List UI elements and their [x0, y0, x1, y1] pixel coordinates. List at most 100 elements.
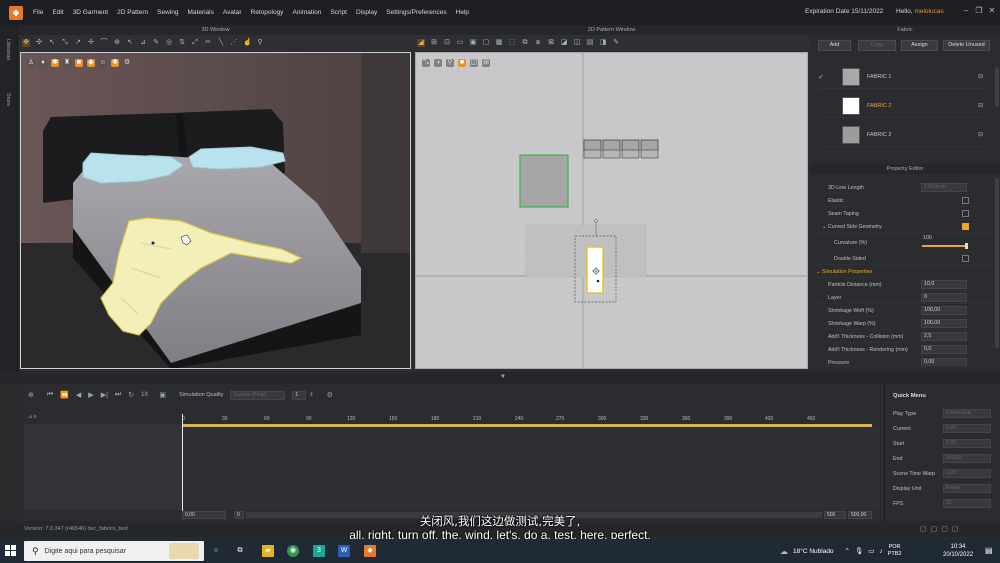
cut-icon[interactable]: ⚲: [256, 39, 264, 47]
edit-curve-icon[interactable]: ↗: [74, 39, 82, 47]
menu-retopology[interactable]: Retopology: [251, 9, 284, 16]
pattern-search-icon[interactable]: ⚲: [446, 59, 454, 67]
network-icon[interactable]: ▭: [868, 547, 874, 555]
pattern-piece-fabric2[interactable]: [586, 246, 604, 294]
weather-text[interactable]: 18°C Nublado: [793, 548, 834, 555]
pin-icon[interactable]: ✢: [87, 39, 95, 47]
assign-fabric-button[interactable]: Assign: [901, 40, 938, 51]
pattern-piece-small-7[interactable]: [621, 149, 640, 159]
tack-icon[interactable]: ↖: [126, 39, 134, 47]
pattern-mirror-icon[interactable]: ◑: [434, 59, 442, 67]
annotation-icon[interactable]: ✎: [612, 39, 620, 47]
prop-value[interactable]: 10,0: [921, 280, 967, 289]
light-icon[interactable]: ✺: [111, 59, 119, 67]
task-view-icon[interactable]: ⧉: [234, 545, 246, 557]
cortana-icon[interactable]: ○: [210, 545, 222, 557]
settings-icon[interactable]: ⚙: [327, 391, 333, 399]
loop-icon[interactable]: ↻: [128, 391, 134, 399]
pattern-piece-small-5[interactable]: [583, 149, 602, 159]
delete-unused-button[interactable]: Delete Unused: [943, 40, 990, 51]
scale-icon[interactable]: ⤢: [191, 39, 199, 47]
playhead[interactable]: [182, 414, 183, 512]
pattern-piece-small-4[interactable]: [640, 139, 659, 152]
next-frame-icon[interactable]: ▶|: [101, 391, 108, 399]
menu-3d-garment[interactable]: 3D Garment: [73, 9, 108, 16]
prev-frame-icon[interactable]: ◀: [76, 391, 81, 399]
double-sided-checkbox[interactable]: [962, 255, 969, 262]
curvature-slider[interactable]: [922, 245, 968, 247]
user-greeting[interactable]: Hello, melolucas: [896, 8, 944, 15]
show-hidden-icon[interactable]: ⌃: [845, 547, 850, 555]
brush-icon[interactable]: ✎: [152, 39, 160, 47]
file-explorer-icon[interactable]: ▰: [262, 545, 274, 557]
panel-splitter[interactable]: ▼: [0, 372, 1000, 384]
pattern-piece-small-8[interactable]: [640, 149, 659, 159]
edit-point-icon[interactable]: ⊡: [443, 39, 451, 47]
grab-icon[interactable]: ☝: [243, 39, 252, 47]
qm-value[interactable]: 0,00: [943, 439, 991, 448]
body-display-icon[interactable]: ♜: [63, 59, 71, 67]
prop-simulation-section[interactable]: ⌄ Simulation Properties: [810, 266, 995, 278]
curved-side-checkbox[interactable]: [962, 223, 969, 230]
avatar-color-icon[interactable]: ☺: [99, 59, 107, 67]
skip-end-icon[interactable]: ⏭: [115, 391, 121, 399]
pattern-piece-small-1[interactable]: [583, 139, 602, 152]
avatar-display-icon[interactable]: ♙: [27, 59, 35, 67]
timeline-tracks[interactable]: [182, 427, 880, 510]
free-sewing-icon[interactable]: ⧈: [534, 39, 542, 47]
prop-value[interactable]: 0,00: [921, 358, 967, 366]
qm-value[interactable]: 0,00: [943, 424, 991, 433]
prop-value[interactable]: 0,0: [921, 345, 967, 354]
prop-value[interactable]: 179.9mm: [921, 183, 967, 192]
prop-value[interactable]: 100,00: [921, 306, 967, 315]
windows-start-icon[interactable]: [5, 545, 17, 557]
menu-script[interactable]: Script: [330, 9, 347, 16]
move-icon[interactable]: ✣: [35, 39, 43, 47]
menu-sewing[interactable]: Sewing: [157, 9, 178, 16]
track-options-icon[interactable]: ⊿ ≡: [28, 414, 37, 420]
taskbar-search[interactable]: ⚲ Digite aqui para pesquisar: [24, 541, 204, 561]
menu-materials[interactable]: Materials: [188, 9, 214, 16]
property-scrollbar[interactable]: [995, 178, 999, 348]
simulation-quality-select[interactable]: Custom (Final): [230, 390, 286, 400]
prop-value[interactable]: 100,00: [921, 319, 967, 328]
graphic-icon[interactable]: ▤: [586, 39, 594, 47]
qm-value[interactable]: Frame: [943, 484, 991, 493]
add-fabric-button[interactable]: Add: [818, 40, 851, 51]
select-mesh-icon[interactable]: ✥: [22, 39, 30, 47]
point-icon[interactable]: ⋰: [230, 39, 238, 47]
clo3d-icon[interactable]: ◆: [364, 545, 376, 557]
record-icon[interactable]: ⊕: [28, 391, 34, 399]
stitch-icon[interactable]: ✂: [204, 39, 212, 47]
pattern-piece-fabric1[interactable]: [519, 154, 569, 208]
notification-icon[interactable]: ▤: [985, 546, 993, 555]
menu-2d-pattern[interactable]: 2D Pattern: [117, 9, 148, 16]
qm-value[interactable]: 30: [943, 499, 991, 508]
menu-help[interactable]: Help: [456, 9, 469, 16]
fabric-options-icon[interactable]: ⊟: [978, 131, 983, 138]
speed-label[interactable]: 1X: [141, 392, 148, 398]
restore-icon[interactable]: ❐: [975, 7, 983, 15]
settings-icon[interactable]: ⚙: [123, 59, 131, 67]
skip-start-icon[interactable]: ⏮: [47, 391, 53, 399]
internal-polygon-icon[interactable]: ▢: [482, 39, 490, 47]
texture-display-icon[interactable]: ✱: [51, 59, 59, 67]
polygon-icon[interactable]: ▭: [456, 39, 464, 47]
stepper-icon[interactable]: ⇕: [309, 392, 313, 398]
simulation-count-input[interactable]: 1: [292, 390, 307, 400]
rectangle-icon[interactable]: ▣: [469, 39, 477, 47]
texture-edit-icon[interactable]: ◫: [573, 39, 581, 47]
chrome-icon[interactable]: ◉: [287, 545, 299, 557]
pattern-piece-small-3[interactable]: [621, 139, 640, 152]
viewport-3d[interactable]: ♙ ♦ ✱ ♜ ■ ◆ ☺ ✺ ⚙: [20, 52, 411, 369]
arrange-icon[interactable]: ⊕: [113, 39, 121, 47]
pattern-grid-icon[interactable]: ⊞: [482, 59, 490, 67]
microphone-icon[interactable]: 🎙: [855, 547, 863, 555]
menu-avatar[interactable]: Avatar: [223, 9, 242, 16]
side-tab-librarian[interactable]: Librarian: [5, 39, 11, 60]
save-icon[interactable]: ▣: [159, 391, 166, 399]
button-icon[interactable]: ◎: [165, 39, 173, 47]
transform-pattern-icon[interactable]: ◢: [417, 39, 425, 47]
prop-value[interactable]: 0: [921, 293, 967, 302]
fabric-item[interactable]: ✓ FABRIC 1 ⊟: [818, 65, 985, 89]
